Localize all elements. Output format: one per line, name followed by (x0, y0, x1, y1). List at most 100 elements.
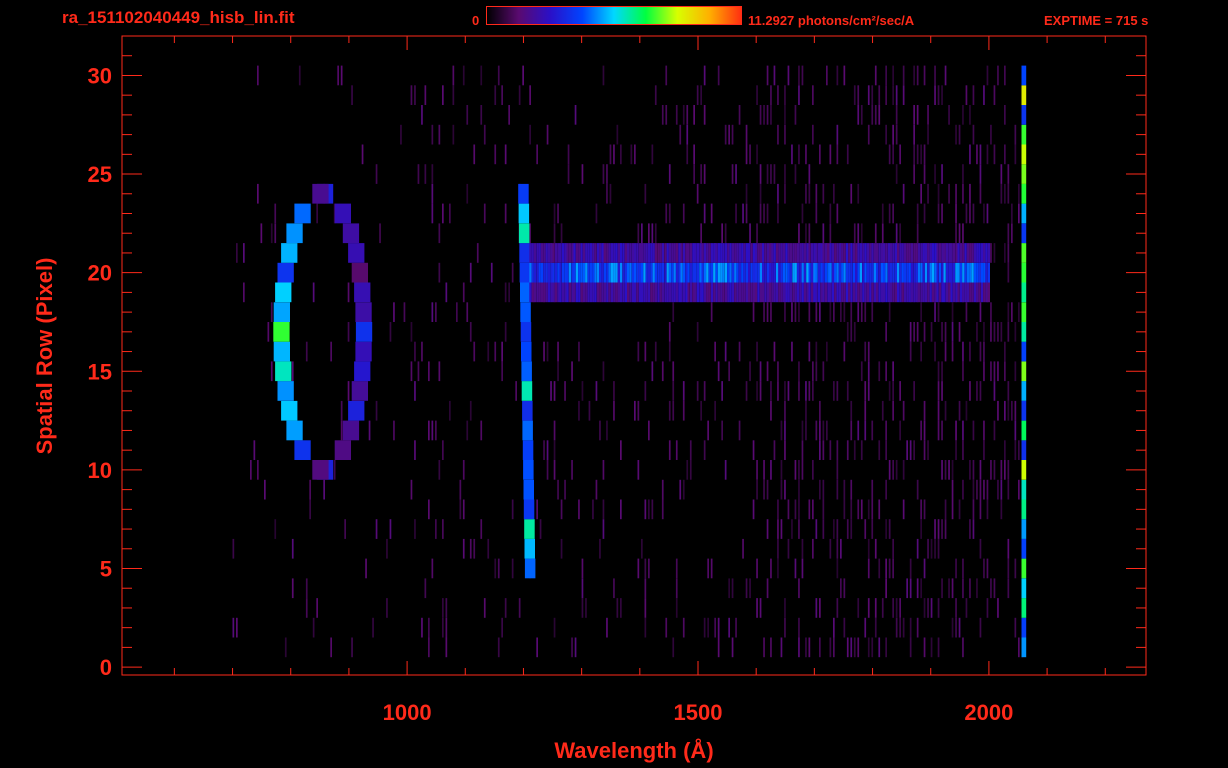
noise-pixel (885, 65, 887, 86)
band-pixel (969, 262, 972, 283)
noise-pixel (759, 183, 762, 204)
noise-pixel (888, 302, 891, 322)
noise-pixel (798, 65, 800, 86)
noise-pixel (962, 578, 964, 599)
noise-pixel (878, 105, 881, 125)
band-pixel (652, 243, 655, 263)
noise-pixel (414, 440, 416, 460)
noise-pixel (257, 65, 259, 86)
noise-pixel (798, 617, 800, 638)
band-pixel (785, 282, 788, 303)
noise-pixel (986, 479, 989, 500)
edge-pixel (1021, 65, 1027, 86)
band-pixel (936, 243, 939, 263)
noise-pixel (696, 183, 699, 204)
noise-pixel (857, 637, 860, 658)
band-pixel (668, 243, 672, 263)
noise-pixel (305, 578, 308, 599)
band-pixel (850, 282, 853, 303)
band-pixel (547, 282, 551, 303)
noise-pixel (581, 558, 584, 579)
band-pixel (880, 243, 883, 263)
noise-pixel (682, 203, 685, 224)
band-pixel (841, 282, 844, 303)
band-pixel (794, 243, 797, 263)
noise-pixel (428, 420, 430, 441)
noise-pixel (913, 124, 915, 145)
noise-pixel (979, 183, 982, 204)
noise-pixel (923, 420, 926, 441)
band-pixel (766, 282, 769, 303)
noise-pixel (944, 460, 947, 480)
noise-pixel (592, 499, 594, 520)
noise-pixel (270, 302, 273, 322)
edge-pixel (1021, 361, 1027, 382)
noise-pixel (773, 341, 776, 362)
band-pixel (915, 262, 918, 283)
noise-pixel (888, 381, 891, 401)
band-pixel (631, 243, 634, 263)
noise-pixel (1004, 400, 1006, 421)
noise-pixel (784, 598, 786, 618)
noise-pixel (913, 65, 915, 86)
noise-pixel (442, 440, 444, 460)
noise-pixel (787, 499, 790, 520)
band-pixel (573, 262, 576, 283)
edge-pixel (1021, 223, 1027, 244)
band-pixel (773, 243, 776, 263)
band-pixel (708, 282, 711, 303)
noise-pixel (909, 558, 912, 579)
noise-pixel (703, 617, 706, 638)
band-pixel (715, 262, 718, 283)
noise-pixel (850, 479, 853, 500)
noise-pixel (1014, 322, 1017, 342)
noise-pixel (250, 460, 252, 480)
band-pixel (938, 262, 942, 283)
band-pixel (564, 282, 567, 303)
noise-pixel (546, 124, 549, 145)
band-pixel (848, 243, 851, 263)
band-pixel (841, 262, 844, 283)
noise-pixel (808, 341, 811, 362)
noise-pixel (665, 105, 668, 125)
noise-pixel (798, 637, 800, 658)
noise-pixel (1007, 538, 1010, 559)
noise-pixel (644, 558, 647, 579)
noise-pixel (682, 400, 685, 421)
band-pixel (608, 243, 611, 263)
noise-pixel (794, 105, 797, 125)
band-pixel (582, 243, 586, 263)
noise-pixel (1007, 302, 1010, 322)
band-pixel (836, 262, 839, 283)
band-pixel (892, 243, 895, 263)
edge-pixel (1021, 598, 1027, 618)
band-pixel (610, 243, 613, 263)
band-pixel (638, 262, 641, 283)
noise-pixel (644, 183, 647, 204)
noise-pixel (864, 617, 867, 638)
noise-pixel (599, 538, 601, 559)
noise-pixel (756, 598, 758, 618)
band-pixel (547, 243, 551, 263)
noise-pixel (836, 203, 839, 224)
noise-pixel (920, 341, 922, 362)
noise-pixel (808, 499, 811, 520)
noise-pixel (393, 420, 395, 441)
band-pixel (706, 282, 709, 303)
noise-pixel (885, 479, 887, 500)
noise-pixel (480, 65, 483, 86)
band-pixel (710, 282, 714, 303)
noise-pixel (784, 420, 786, 441)
noise-pixel (445, 637, 448, 658)
band-pixel (673, 243, 676, 263)
noise-pixel (1000, 460, 1003, 480)
line-pixel (523, 460, 534, 480)
noise-pixel (560, 499, 563, 520)
noise-pixel (885, 558, 887, 579)
noise-pixel (951, 460, 954, 480)
band-pixel (820, 243, 823, 263)
band-pixel (654, 282, 658, 303)
noise-pixel (1018, 479, 1020, 500)
noise-pixel (770, 105, 772, 125)
band-pixel (575, 262, 579, 283)
